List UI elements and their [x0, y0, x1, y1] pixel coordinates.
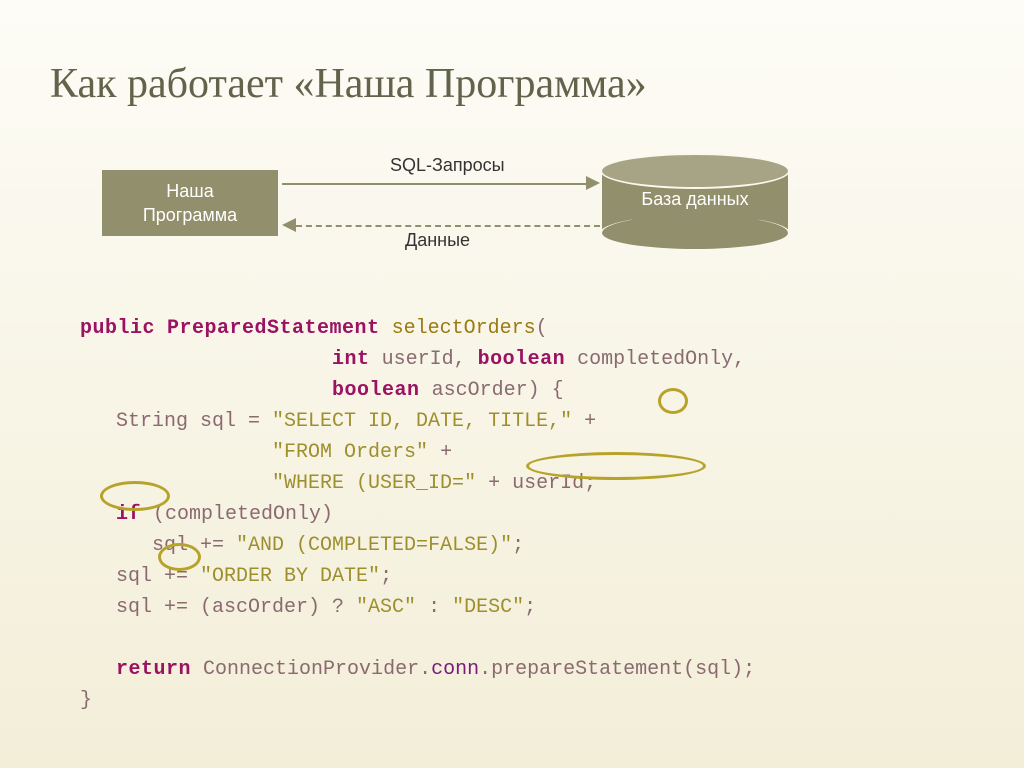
slide: Как работает «Наша Программа» Наша Прогр…: [0, 0, 1024, 768]
type-bool2: boolean: [332, 379, 420, 402]
code-t12a: ConnectionProvider.: [191, 658, 431, 681]
code-block: public PreparedStatement selectOrders( i…: [80, 313, 974, 716]
code-plus2: +: [428, 441, 452, 464]
code-plus3: + userId;: [476, 472, 596, 495]
kw-if: if: [116, 503, 141, 526]
code-plus1: +: [572, 410, 596, 433]
code-t12b: .prepareStatement(sql);: [479, 658, 755, 681]
arrow-sql-label: SQL-Запросы: [390, 155, 505, 176]
arrow-sql-head: [586, 176, 600, 190]
code-t1: (: [536, 317, 548, 340]
method-name: selectOrders: [392, 317, 536, 340]
type-bool1: boolean: [478, 348, 566, 371]
database-label: База данных: [600, 189, 790, 210]
architecture-diagram: Наша Программа База данных SQL-Запросы Д…: [100, 163, 974, 273]
code-t7: (completedOnly): [141, 503, 333, 526]
code-t9b: ;: [380, 565, 392, 588]
type-preparedstatement: PreparedStatement: [167, 317, 380, 340]
code-t8a: sql +=: [80, 534, 236, 557]
kw-return: return: [116, 658, 191, 681]
arrow-data-head: [282, 218, 296, 232]
str-from: "FROM Orders": [272, 441, 428, 464]
code-t4: ascOrder) {: [420, 379, 564, 402]
str-completed: "AND (COMPLETED=FALSE)": [236, 534, 512, 557]
code-brace: }: [80, 689, 92, 712]
code-t10a: sql += (ascOrder) ?: [80, 596, 356, 619]
arrow-data: [296, 225, 600, 227]
code-t3: completedOnly,: [565, 348, 745, 371]
str-where: "WHERE (USER_ID=": [272, 472, 476, 495]
code-t9a: sql +=: [80, 565, 200, 588]
slide-title: Как работает «Наша Программа»: [50, 60, 974, 108]
str-asc: "ASC": [356, 596, 416, 619]
field-conn: conn: [431, 658, 479, 681]
code-t10b: :: [416, 596, 452, 619]
code-t8b: ;: [512, 534, 524, 557]
str-orderby: "ORDER BY DATE": [200, 565, 380, 588]
program-box-label: Наша Программа: [143, 179, 237, 228]
database-cylinder: База данных: [600, 153, 790, 248]
cylinder-top: [600, 153, 790, 189]
type-int: int: [332, 348, 370, 371]
code-t2: userId,: [370, 348, 478, 371]
arrow-sql: [282, 183, 588, 185]
code-t5: String sql =: [80, 410, 272, 433]
str-desc: "DESC": [452, 596, 524, 619]
code-t10c: ;: [524, 596, 536, 619]
kw-public: public: [80, 317, 155, 340]
arrow-data-label: Данные: [405, 230, 470, 251]
str-select: "SELECT ID, DATE, TITLE,": [272, 410, 572, 433]
program-box: Наша Программа: [100, 168, 280, 238]
cylinder-bottom: [600, 215, 790, 251]
